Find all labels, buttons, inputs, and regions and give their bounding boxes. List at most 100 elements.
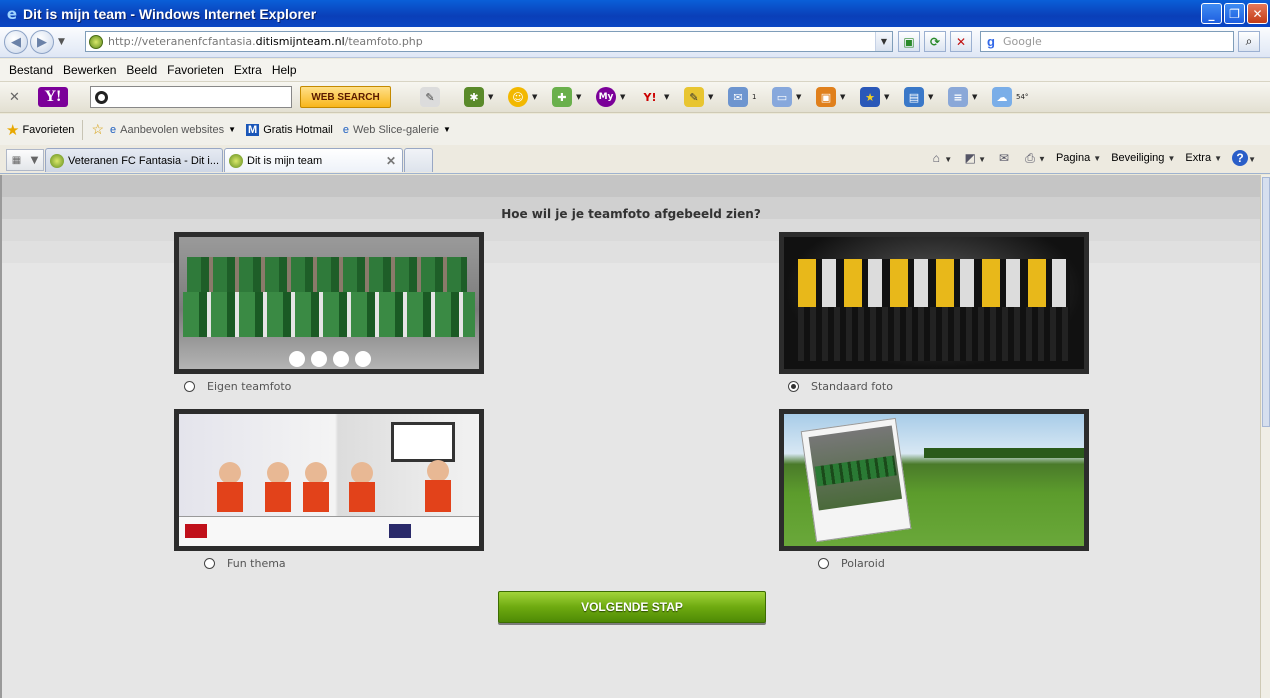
menu-help[interactable]: Help [272, 63, 297, 77]
forward-button[interactable]: ▶ [30, 30, 54, 54]
site-favicon [229, 153, 243, 168]
my-yahoo-icon: My [596, 87, 616, 107]
favorites-link-webslice[interactable]: Web Slice-galerie [353, 124, 439, 136]
toolbar-list-button[interactable]: ≡ ▼ [948, 86, 992, 108]
vertical-scrollbar[interactable] [1260, 175, 1270, 698]
gift-icon: ▣ [816, 87, 836, 107]
bookmark-icon: ✚ [552, 87, 572, 107]
toolbar-messenger-button[interactable]: ☺ ▼ [508, 86, 552, 108]
stop-button[interactable]: ✕ [950, 31, 972, 52]
tab-dit-is-mijn-team[interactable]: Dit is mijn team ✕ [224, 148, 403, 172]
option-fun-thema[interactable]: Fun thema [204, 557, 286, 570]
maximize-button[interactable]: ❐ [1224, 3, 1245, 24]
minimize-button[interactable]: _ [1201, 3, 1222, 24]
next-step-button[interactable]: VOLGENDE STAP [498, 591, 766, 623]
close-button[interactable]: ✕ [1247, 3, 1268, 24]
photo-eigen-teamfoto[interactable] [174, 232, 484, 374]
rss-icon: ◩ [964, 151, 976, 165]
security-menu[interactable]: Beveiliging ▼ [1111, 152, 1175, 164]
team-photo-image [179, 237, 479, 369]
toolbar-antispy-button[interactable]: ✱ ▼ [464, 86, 508, 108]
toolbar-cards-button[interactable]: ▭ ▼ [772, 86, 816, 108]
tab-label: Veteranen FC Fantasia - Dit i... [68, 154, 220, 167]
menu-bestand[interactable]: Bestand [9, 63, 53, 77]
option-label: Fun thema [227, 557, 286, 570]
option-label: Eigen teamfoto [207, 380, 292, 393]
history-dropdown[interactable]: ▼ [58, 37, 65, 47]
toolbar-notes-button[interactable]: ✎ ▼ [684, 86, 728, 108]
quick-tabs-button[interactable]: ▦ ▼ [6, 149, 44, 171]
tab-veteranen[interactable]: Veteranen FC Fantasia - Dit i... [45, 148, 223, 172]
radio-fun-thema[interactable] [204, 558, 215, 569]
new-tab-button[interactable] [404, 148, 433, 172]
option-standaard-foto[interactable]: Standaard foto [788, 380, 893, 393]
toolbar-bookmark-button[interactable]: ✚ ▼ [552, 86, 596, 108]
tab-label: Dit is mijn team [247, 154, 323, 167]
compat-view-button[interactable]: ▣ [898, 31, 920, 52]
hotmail-icon: M [246, 123, 260, 136]
toolbar-news-button[interactable]: ▤ ▼ [904, 86, 948, 108]
option-label: Polaroid [841, 557, 885, 570]
home-button[interactable]: ⌂ ▼ [928, 150, 953, 166]
option-eigen-teamfoto[interactable]: Eigen teamfoto [184, 380, 291, 393]
refresh-button[interactable]: ⟳ [924, 31, 946, 52]
back-button[interactable]: ◀ [4, 30, 28, 54]
stop-icon: ✕ [955, 34, 967, 49]
ie-icon: e [342, 123, 349, 136]
toolbar-weather-button[interactable]: ☁ 54° [992, 86, 1036, 108]
menu-bar: Bestand Bewerken Beeld Favorieten Extra … [0, 59, 1270, 82]
tools-menu-label: Extra [1185, 152, 1212, 164]
site-favicon [89, 34, 103, 49]
polaroid-image [784, 414, 1084, 546]
scrollbar-thumb[interactable] [1262, 177, 1270, 427]
yahoo-toolbar: ✕ Y! WEB SEARCH ✎ ✱ ▼ ☺ ▼ ✚ ▼ My ▼ Y! ▼ ✎ ▼ ✉ 1… [0, 82, 1270, 113]
standard-photo-image [784, 237, 1084, 369]
toolbar-myyahoo-button[interactable]: My ▼ [596, 86, 640, 108]
url-dropdown[interactable]: ▼ [875, 32, 892, 51]
radio-eigen-teamfoto[interactable] [184, 381, 195, 392]
toolbar-star-button[interactable]: ★ ▼ [860, 86, 904, 108]
menu-favorieten[interactable]: Favorieten [167, 63, 224, 77]
url-prefix: http://veteranenfcfantasia. [108, 35, 256, 48]
option-polaroid[interactable]: Polaroid [818, 557, 885, 570]
photo-polaroid[interactable] [779, 409, 1089, 551]
toolbar-pen-button[interactable]: ✎ [420, 86, 464, 108]
add-favorite-icon[interactable]: ☆ [91, 121, 104, 138]
photo-fun-thema[interactable] [174, 409, 484, 551]
page-content: Hoe wil je je teamfoto afgebeeld zien? E… [0, 175, 1260, 698]
read-mail-button[interactable]: ✉ [996, 150, 1012, 166]
page-menu[interactable]: Pagina ▼ [1056, 152, 1101, 164]
menu-beeld[interactable]: Beeld [126, 63, 157, 77]
print-button[interactable]: ⎙ ▼ [1022, 150, 1046, 166]
radio-polaroid[interactable] [818, 558, 829, 569]
mail-icon: ✉ [728, 87, 748, 107]
menu-extra[interactable]: Extra [234, 63, 262, 77]
favorites-link-hotmail[interactable]: Gratis Hotmail [263, 124, 333, 136]
option-label: Standaard foto [811, 380, 893, 393]
url-field[interactable]: http://veteranenfcfantasia. ditismijnteam… [85, 31, 893, 52]
url-domain: ditismijnteam.nl [255, 35, 345, 48]
photo-standaard-foto[interactable] [779, 232, 1089, 374]
help-button[interactable]: ? ▼ [1232, 150, 1256, 166]
feeds-button[interactable]: ◩ ▼ [962, 150, 986, 166]
favorites-link-aanbevolen[interactable]: Aanbevolen websites [120, 124, 224, 136]
home-icon: ⌂ [932, 151, 940, 165]
page-menu-label: Pagina [1055, 152, 1091, 164]
web-search-button[interactable]: WEB SEARCH [300, 86, 391, 108]
tools-menu[interactable]: Extra ▼ [1185, 152, 1222, 164]
menu-bewerken[interactable]: Bewerken [63, 63, 116, 77]
favorites-button[interactable]: Favorieten [22, 124, 74, 136]
grid-icon: ▦ [11, 154, 22, 166]
tab-bar: ▦ ▼ Veteranen FC Fantasia - Dit i... Dit … [0, 145, 1270, 174]
search-button[interactable]: ⌕ [1238, 31, 1260, 52]
toolbar-gift-button[interactable]: ▣ ▼ [816, 86, 860, 108]
search-field[interactable]: g Google [980, 31, 1234, 52]
close-tab-icon[interactable]: ✕ [386, 154, 396, 168]
radio-standaard-foto[interactable] [788, 381, 799, 392]
google-icon: g [987, 33, 995, 49]
close-toolbar-icon[interactable]: ✕ [9, 90, 20, 105]
yahoo-search-input[interactable] [90, 86, 292, 108]
toolbar-yahoo-button[interactable]: Y! ▼ [640, 86, 684, 108]
yahoo-logo[interactable]: Y! [37, 87, 68, 107]
toolbar-mail-button[interactable]: ✉ 1 [728, 86, 772, 108]
